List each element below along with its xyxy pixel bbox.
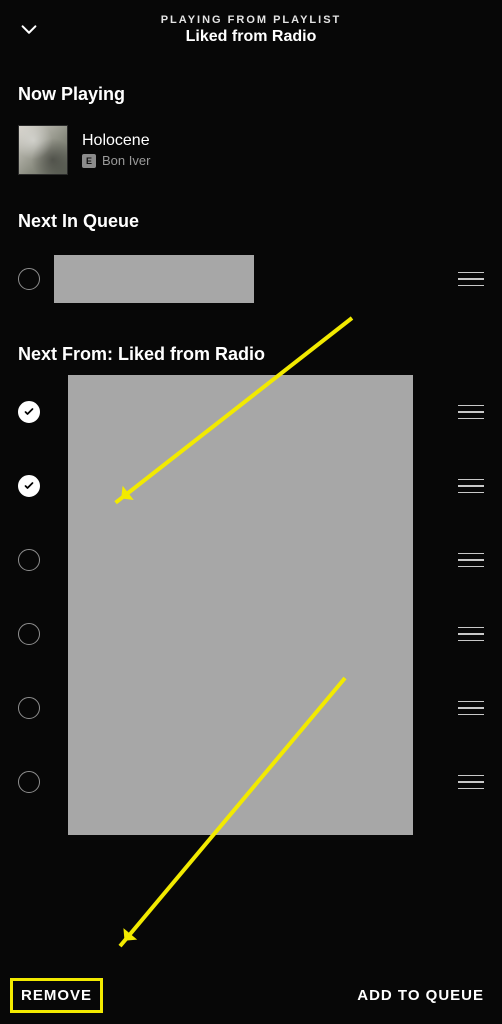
queue-row[interactable]: [0, 449, 502, 523]
select-toggle[interactable]: [18, 697, 40, 719]
redacted-track: [54, 255, 254, 303]
select-toggle[interactable]: [18, 401, 40, 423]
queue-row[interactable]: [0, 242, 502, 316]
remove-button[interactable]: REMOVE: [10, 978, 103, 1013]
drag-handle-icon[interactable]: [458, 405, 484, 420]
queue-row[interactable]: [0, 597, 502, 671]
now-playing-heading: Now Playing: [0, 56, 502, 115]
select-toggle[interactable]: [18, 549, 40, 571]
queue-row[interactable]: [0, 375, 502, 449]
track-title: Holocene: [82, 132, 150, 150]
drag-handle-icon[interactable]: [458, 627, 484, 642]
drag-handle-icon[interactable]: [458, 553, 484, 568]
playlist-title: Liked from Radio: [18, 28, 484, 46]
select-toggle[interactable]: [18, 475, 40, 497]
drag-handle-icon[interactable]: [458, 775, 484, 790]
context-label: PLAYING FROM PLAYLIST: [18, 14, 484, 26]
next-in-queue-heading: Next In Queue: [0, 183, 502, 242]
check-icon: [23, 480, 35, 492]
add-to-queue-button[interactable]: ADD TO QUEUE: [357, 987, 484, 1004]
drag-handle-icon[interactable]: [458, 479, 484, 494]
drag-handle-icon[interactable]: [458, 272, 484, 287]
explicit-badge: E: [82, 154, 96, 168]
artist-name: Bon Iver: [102, 153, 150, 168]
now-playing-row[interactable]: Holocene E Bon Iver: [0, 115, 502, 183]
drag-handle-icon[interactable]: [458, 701, 484, 716]
queue-row[interactable]: [0, 671, 502, 745]
select-toggle[interactable]: [18, 623, 40, 645]
queue-header: PLAYING FROM PLAYLIST Liked from Radio: [0, 0, 502, 56]
footer-bar: REMOVE ADD TO QUEUE: [0, 966, 502, 1024]
select-toggle[interactable]: [18, 771, 40, 793]
album-art: [18, 125, 68, 175]
select-toggle[interactable]: [18, 268, 40, 290]
check-icon: [23, 406, 35, 418]
queue-row[interactable]: [0, 523, 502, 597]
next-from-heading: Next From: Liked from Radio: [0, 316, 502, 375]
queue-row[interactable]: [0, 745, 502, 819]
